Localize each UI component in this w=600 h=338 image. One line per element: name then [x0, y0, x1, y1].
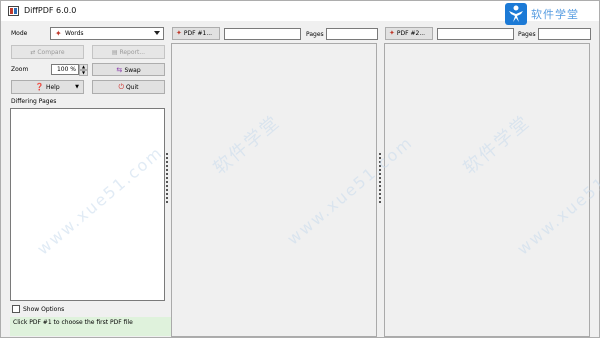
pdf-icon: ✦ — [176, 29, 182, 37]
pdf1-pages-field[interactable] — [326, 28, 378, 40]
zoom-down-icon[interactable]: ▼ — [79, 70, 88, 76]
show-options-label: Show Options — [23, 306, 65, 313]
mode-select[interactable]: ✦ Words — [50, 27, 164, 40]
pdf2-pages-field[interactable] — [538, 28, 591, 40]
pdf2-pages-label: Pages — [518, 31, 536, 38]
pdf2-view-panel[interactable] — [384, 43, 590, 337]
mode-label: Mode — [11, 30, 28, 37]
diffpdf-window: DiffPDF 6.0.0 软件学堂 Mode ✦ Words ⇄ Compar… — [0, 0, 600, 338]
window-title: DiffPDF 6.0.0 — [24, 6, 77, 15]
report-button[interactable]: ▤ Report... — [92, 45, 165, 59]
compare-button[interactable]: ⇄ Compare — [11, 45, 84, 59]
zoom-input[interactable]: 100 % — [51, 64, 79, 75]
show-options-checkbox[interactable] — [12, 305, 20, 313]
quit-button-label: Quit — [125, 84, 139, 91]
report-button-label: Report... — [119, 49, 146, 56]
differing-pages-label: Differing Pages — [11, 98, 57, 105]
help-button-label: Help — [45, 84, 60, 91]
words-mode-icon: ✦ — [55, 29, 62, 38]
swap-button[interactable]: ⇆ Swap — [92, 63, 165, 76]
pdf1-button[interactable]: ✦ PDF #1... — [172, 27, 220, 40]
help-dropdown-icon: ▼ — [75, 84, 79, 90]
help-icon: ❓ — [35, 83, 45, 91]
pdf-icon: ✦ — [389, 29, 395, 37]
zoom-label: Zoom — [11, 66, 29, 73]
status-message: Click PDF #1 to choose the first PDF fil… — [10, 317, 173, 336]
swap-button-label: Swap — [124, 67, 141, 74]
watermark-logo-icon — [505, 3, 527, 25]
chevron-down-icon — [154, 31, 160, 35]
compare-button-label: Compare — [37, 49, 65, 56]
help-button[interactable]: ❓ Help ▼ — [11, 80, 84, 94]
mode-select-value: Words — [65, 30, 84, 37]
pdf1-pages-label: Pages — [306, 31, 324, 38]
left-splitter-handle[interactable] — [166, 151, 169, 207]
pdf2-button[interactable]: ✦ PDF #2... — [385, 27, 433, 40]
zoom-stepper[interactable]: ▲ ▼ — [79, 64, 88, 76]
pdf2-file-field[interactable] — [437, 28, 514, 40]
quit-icon: ⏻ — [118, 83, 125, 91]
pdf2-button-label: PDF #2... — [396, 30, 426, 37]
quit-button[interactable]: ⏻ Quit — [92, 80, 165, 94]
pdf1-file-field[interactable] — [224, 28, 301, 40]
app-icon — [8, 6, 19, 16]
pdf1-button-label: PDF #1... — [183, 30, 213, 37]
watermark-site-text: 软件学堂 — [531, 8, 579, 21]
